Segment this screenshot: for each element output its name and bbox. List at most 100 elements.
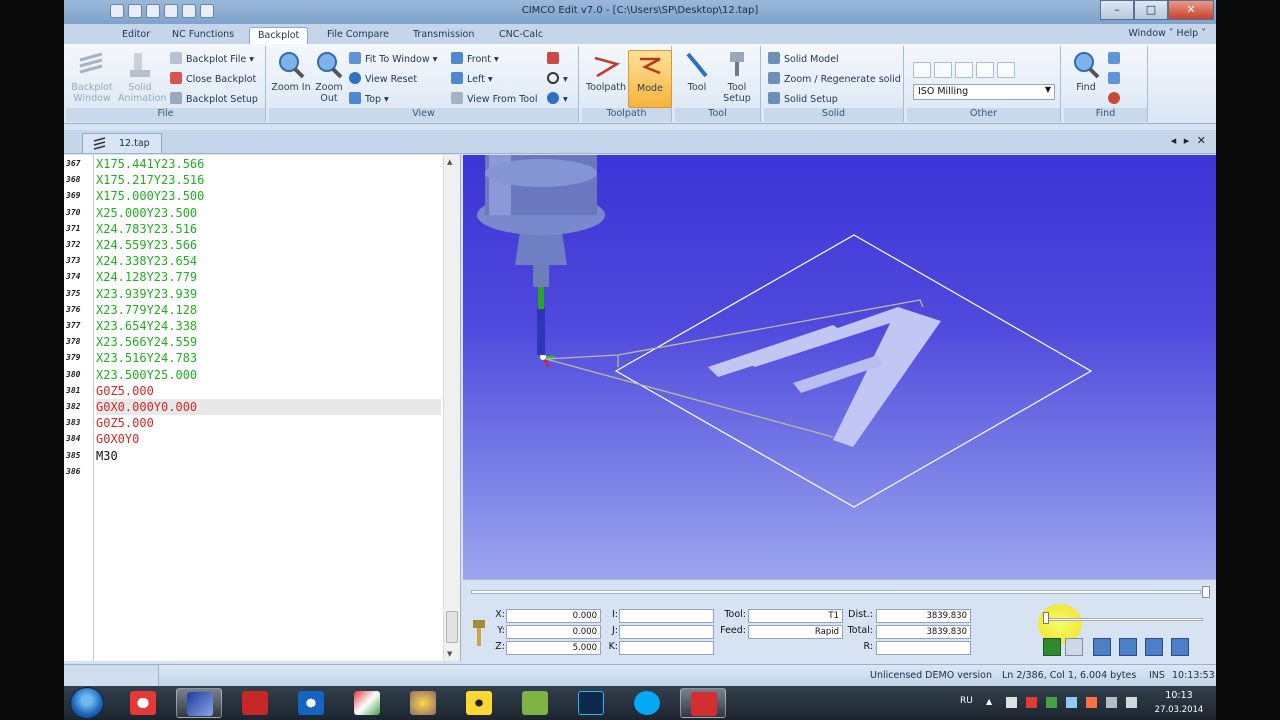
skip-button[interactable]: [1145, 638, 1163, 656]
step-button[interactable]: [1065, 638, 1083, 656]
open-file-icon[interactable]: [128, 4, 142, 18]
taskbar-photoshop[interactable]: [568, 688, 614, 718]
taskbar-yandex[interactable]: [120, 688, 166, 718]
save-icon[interactable]: [146, 4, 160, 18]
view-from-tool-button[interactable]: View From Tool: [451, 92, 538, 108]
wire-mode-icon[interactable]: [955, 62, 973, 78]
code-line[interactable]: X23.516Y24.783: [96, 350, 441, 366]
tab-file-compare[interactable]: File Compare: [319, 27, 397, 44]
taskbar-notepad[interactable]: [512, 688, 558, 718]
playback-progress-knob[interactable]: [1202, 586, 1210, 598]
mill-mode-icon[interactable]: [913, 62, 931, 78]
taskbar-paint[interactable]: [400, 688, 446, 718]
document-tab[interactable]: 12.tap: [82, 133, 162, 153]
code-line[interactable]: X24.128Y23.779: [96, 269, 441, 285]
stop-button[interactable]: [1043, 638, 1061, 656]
code-line[interactable]: X23.779Y24.128: [96, 302, 441, 318]
solid-animation-button[interactable]: Solid Animation: [118, 50, 166, 106]
clock-date[interactable]: 27.03.2014: [1154, 705, 1204, 715]
code-line[interactable]: X24.559Y23.566: [96, 237, 441, 253]
tool-setup-button[interactable]: Tool Setup: [715, 50, 759, 106]
clock-time[interactable]: 10:13: [1154, 690, 1204, 701]
code-line[interactable]: X25.000Y23.500: [96, 205, 441, 221]
end-button[interactable]: [1171, 638, 1189, 656]
code-line[interactable]: X23.500Y25.000: [96, 367, 441, 383]
taskbar-cam-app[interactable]: [176, 688, 222, 718]
taskbar-cimco[interactable]: [680, 688, 726, 718]
code-line[interactable]: M30: [96, 448, 441, 464]
code-line[interactable]: G0X0.000Y0.000: [96, 399, 441, 415]
monitor-icon[interactable]: [1066, 697, 1077, 708]
find-prev-button[interactable]: [1108, 72, 1124, 88]
flag-icon[interactable]: [1006, 697, 1017, 708]
backplot-file-button[interactable]: Backplot File ▾: [170, 52, 254, 68]
editor-scrollbar[interactable]: ▲ ▼: [443, 155, 460, 661]
play-button[interactable]: [1093, 638, 1111, 656]
language-indicator[interactable]: RU: [960, 696, 973, 706]
start-button[interactable]: [70, 687, 104, 719]
speed-slider-knob[interactable]: [1043, 612, 1049, 624]
toolpath-button[interactable]: Toolpath: [584, 50, 628, 106]
code-line[interactable]: G0Z5.000: [96, 415, 441, 431]
tab-transmission[interactable]: Transmission: [405, 27, 482, 44]
taskbar-teamviewer[interactable]: [288, 688, 334, 718]
solid-setup-button[interactable]: Solid Setup: [768, 92, 838, 108]
new-file-icon[interactable]: [110, 4, 124, 18]
code-line[interactable]: G0X0Y0: [96, 431, 441, 447]
signal-icon[interactable]: [1106, 697, 1117, 708]
view-top-button[interactable]: Top ▾: [349, 92, 389, 108]
backplot-3d-view[interactable]: [463, 155, 1216, 579]
target-icon[interactable]: [976, 62, 994, 78]
undo-icon[interactable]: [182, 4, 196, 18]
code-line[interactable]: [96, 464, 441, 480]
scroll-up-icon[interactable]: ▲: [447, 158, 452, 166]
tray-app-icon[interactable]: [1086, 697, 1097, 708]
find-button[interactable]: Find: [1064, 50, 1108, 106]
fit-to-window-button[interactable]: Fit To Window ▾: [349, 52, 437, 68]
code-line[interactable]: X23.566Y24.559: [96, 334, 441, 350]
close-backplot-button[interactable]: Close Backplot: [170, 72, 256, 88]
code-line[interactable]: X24.783Y23.516: [96, 221, 441, 237]
machine-type-select[interactable]: ISO Milling ▼: [913, 84, 1055, 100]
pen-tool-button[interactable]: [547, 52, 563, 68]
minimize-button[interactable]: –: [1100, 0, 1134, 20]
scroll-thumb[interactable]: [446, 611, 458, 643]
find-next-button[interactable]: [1108, 52, 1124, 68]
maximize-button[interactable]: □: [1134, 0, 1168, 20]
shape-option-button[interactable]: ▾: [547, 92, 568, 108]
tab-nc-functions[interactable]: NC Functions: [164, 27, 242, 44]
antivirus-icon[interactable]: [1026, 697, 1037, 708]
view-front-button[interactable]: Front ▾: [451, 52, 499, 68]
document-nav-arrows[interactable]: ◂ ▸ ✕: [1171, 134, 1208, 147]
tab-backplot[interactable]: Backplot: [249, 27, 309, 44]
goto-button[interactable]: [1108, 92, 1124, 108]
playback-progress-track[interactable]: [471, 590, 1201, 594]
code-line[interactable]: X175.000Y23.500: [96, 188, 441, 204]
backplot-window-button[interactable]: Backplot Window: [70, 50, 114, 106]
lathe-mode-icon[interactable]: [934, 62, 952, 78]
taskbar-app-red[interactable]: [344, 688, 390, 718]
code-line[interactable]: X23.654Y24.338: [96, 318, 441, 334]
network-app-icon[interactable]: [1046, 697, 1057, 708]
code-editor[interactable]: 367 368 369 370 371 372 373 374 375 376 377 378 379 3…: [64, 155, 461, 661]
view-reset-button[interactable]: View Reset: [349, 72, 417, 88]
taskbar-skype[interactable]: [624, 688, 670, 718]
print-icon[interactable]: [164, 4, 178, 18]
redo-icon[interactable]: [200, 4, 214, 18]
zoom-regenerate-button[interactable]: Zoom / Regenerate solid: [768, 72, 901, 88]
speed-slider-track[interactable]: [1043, 618, 1203, 621]
view-left-button[interactable]: Left ▾: [451, 72, 493, 88]
backplot-setup-button[interactable]: Backplot Setup: [170, 92, 258, 108]
taskbar-filezilla[interactable]: [232, 688, 278, 718]
tray-expand-icon[interactable]: ▲: [986, 697, 997, 708]
code-line[interactable]: X175.441Y23.566: [96, 156, 441, 172]
tab-cnc-calc[interactable]: CNC-Calc: [491, 27, 551, 44]
mode-button[interactable]: Mode: [628, 50, 672, 108]
tab-editor[interactable]: Editor: [114, 27, 158, 44]
code-line[interactable]: X24.338Y23.654: [96, 253, 441, 269]
volume-icon[interactable]: [1126, 697, 1137, 708]
fast-forward-button[interactable]: [1119, 638, 1137, 656]
code-line[interactable]: X23.939Y23.939: [96, 286, 441, 302]
machine-icon[interactable]: [997, 62, 1015, 78]
code-line[interactable]: G0Z5.000: [96, 383, 441, 399]
